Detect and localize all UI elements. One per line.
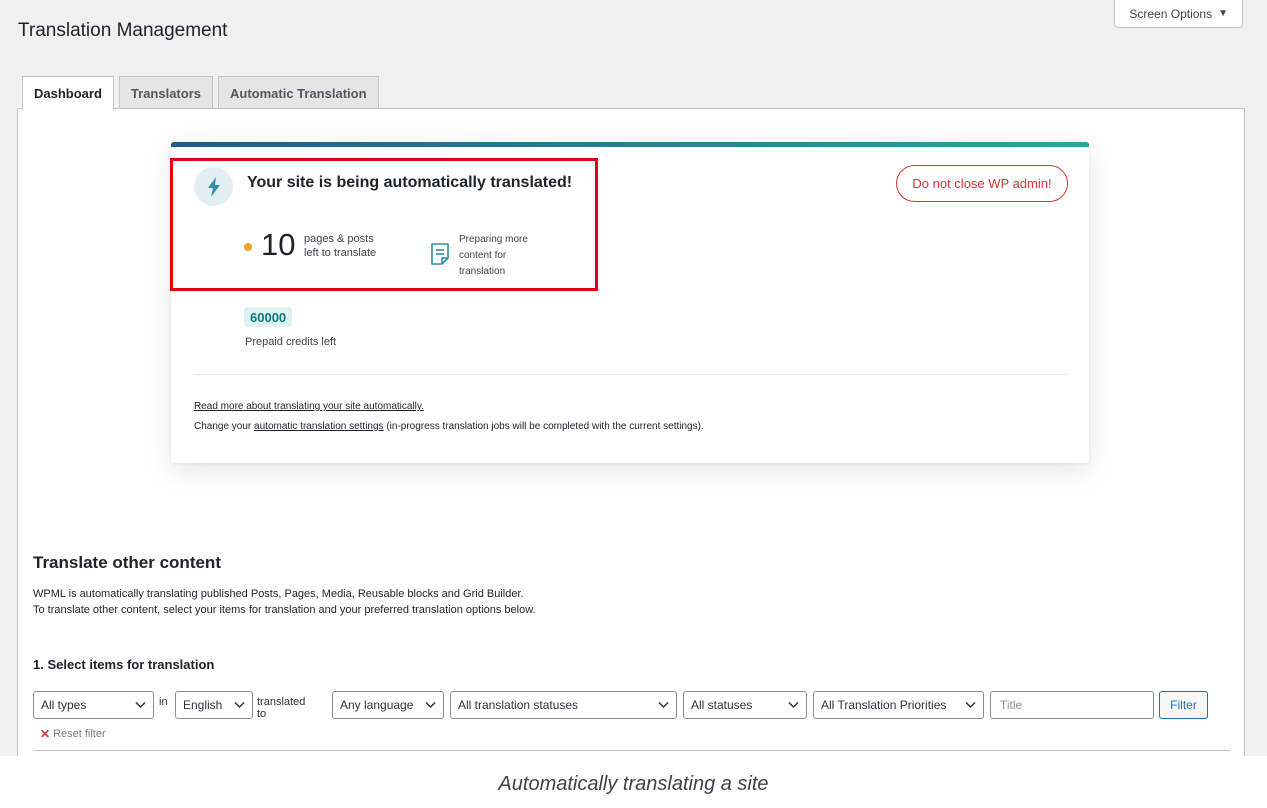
screen-options-label: Screen Options [1129,6,1213,21]
reset-filter-label: Reset filter [53,728,106,740]
document-icon [430,242,450,271]
tab-bar: Dashboard Translators Automatic Translat… [22,76,379,110]
desc-line2: To translate other content, select your … [33,604,536,616]
source-language-value: English [183,698,223,712]
change-prefix: Change your [194,421,255,432]
close-icon: ✕ [40,727,51,741]
source-language-select[interactable]: English [175,691,253,719]
table-top-border [33,750,1230,751]
automatic-translation-settings-link[interactable]: automatic translation settings [254,421,384,432]
do-not-close-button[interactable]: Do not close WP admin! [896,165,1068,202]
lightning-icon [194,167,233,206]
status-dot [244,243,252,251]
card-accent-bar [171,142,1089,147]
status-headline: Your site is being automatically transla… [247,174,573,191]
read-more-link[interactable]: Read more about translating your site au… [194,401,424,412]
desc-line1: WPML is automatically translating publis… [33,588,524,600]
translate-other-content-desc: WPML is automatically translating publis… [33,586,536,618]
target-language-select[interactable]: Any language [332,691,444,719]
status-value: All statuses [691,698,753,712]
priority-select[interactable]: All Translation Priorities [813,691,984,719]
translation-status-select[interactable]: All translation statuses [450,691,677,719]
pending-label: pages & posts left to translate [304,232,394,260]
tab-translators[interactable]: Translators [118,76,213,109]
credits-label: Prepaid credits left [245,336,337,348]
priority-value: All Translation Priorities [821,698,947,712]
translate-other-content-title: Translate other content [33,553,221,572]
screen-options-button[interactable]: Screen Options ▼ [1114,0,1243,28]
image-caption: Automatically translating a site [498,773,769,795]
change-settings-line: Change your automatic translation settin… [194,421,704,432]
tab-dashboard[interactable]: Dashboard [22,76,114,110]
chevron-down-icon [658,701,669,709]
pending-label-line1: pages & posts [304,233,374,245]
chevron-down-icon [234,701,245,709]
type-select[interactable]: All types [33,691,154,719]
chevron-down-icon [135,701,146,709]
target-language-value: Any language [340,698,414,712]
preparing-label: Preparing more content for translation [459,232,549,280]
status-select[interactable]: All statuses [683,691,807,719]
translation-status-value: All translation statuses [458,698,579,712]
type-select-value: All types [41,698,87,712]
title-placeholder: Title [1000,698,1023,712]
card-divider [194,374,1068,375]
in-label: in [159,696,168,708]
credits-badge: 60000 [244,307,293,327]
filter-button[interactable]: Filter [1159,691,1208,719]
title-search-input[interactable]: Title [990,691,1154,719]
screenshot-area: Screen Options ▼ Translation Management … [0,0,1267,756]
translated-to-label: translated to [257,696,306,720]
chevron-down-icon [788,701,799,709]
chevron-down-icon [425,701,436,709]
page-title: Translation Management [18,20,228,41]
preparing-line3: translation [459,266,506,277]
select-items-title: 1. Select items for translation [33,657,215,672]
preparing-line2: content for [459,250,507,261]
reset-filter-link[interactable]: ✕ Reset filter [40,727,106,741]
chevron-down-icon [965,701,976,709]
pending-label-line2: left to translate [304,247,377,259]
pending-count: 10 [261,227,296,262]
preparing-line1: Preparing more [459,234,528,245]
change-suffix: (in-progress translation jobs will be co… [383,421,704,432]
tab-automatic-translation[interactable]: Automatic Translation [218,76,379,109]
caret-down-icon: ▼ [1218,8,1228,19]
